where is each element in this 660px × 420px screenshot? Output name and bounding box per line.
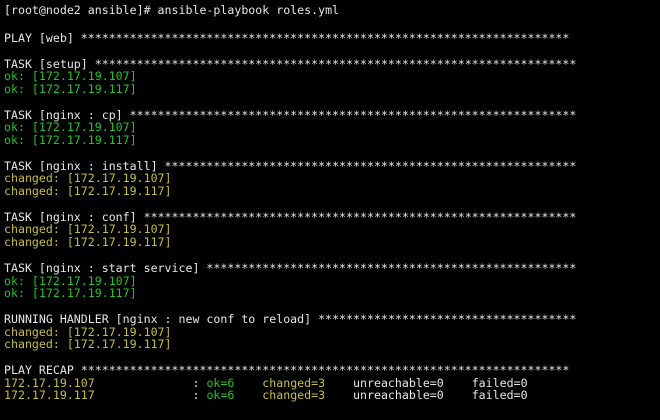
task-result-line: changed: [172.17.19.117]: [4, 234, 172, 249]
recap-unreachable: unreachable=0: [353, 388, 444, 403]
task-header-stars: ****************************************…: [206, 261, 577, 276]
task-result-line: ok: [172.17.19.107]: [4, 69, 137, 84]
task-result-line: ok: [172.17.19.117]: [4, 81, 137, 96]
task-header-stars: ****************************************…: [164, 158, 577, 173]
task-result-line: ok: [172.17.19.117]: [4, 132, 137, 147]
recap-separator: :: [94, 388, 207, 403]
handler-header-stars: *************************************: [318, 312, 577, 327]
recap-host: 172.17.19.117: [4, 388, 95, 403]
recap-spacer: [234, 388, 262, 402]
recap-spacer: [325, 388, 353, 402]
handler-result-line: changed: [172.17.19.117]: [4, 337, 172, 352]
task-result-line: changed: [172.17.19.117]: [4, 183, 172, 198]
recap-failed: failed=0: [471, 388, 528, 403]
recap-ok: ok=6: [206, 388, 235, 403]
task-header: TASK [nginx : start service]: [4, 261, 207, 276]
task-header-line: TASK [nginx : start service] ***********…: [4, 262, 660, 275]
play-header-line: PLAY [web] *****************************…: [4, 30, 660, 45]
play-header: PLAY [web]: [4, 30, 81, 45]
task-result-line: changed: [172.17.19.107]: [4, 171, 172, 186]
task-result-line: ok: [172.17.19.117]: [4, 286, 137, 301]
handler-header-line: RUNNING HANDLER [nginx : new conf to rel…: [4, 313, 660, 326]
task-header-stars: ****************************************…: [143, 209, 577, 224]
terminal-window[interactable]: [root@node2 ansible]# ansible-playbook r…: [0, 0, 660, 420]
command-prompt-line: [root@node2 ansible]# ansible-playbook r…: [4, 3, 340, 17]
recap-spacer: [444, 388, 472, 402]
task-header-stars: ****************************************…: [129, 107, 577, 122]
recap-row: 172.17.19.117 : ok=6 changed=3 unreachab…: [4, 389, 660, 402]
task-result-line: ok: [172.17.19.107]: [4, 120, 137, 135]
task-header-stars: ****************************************…: [94, 56, 577, 71]
recap-changed: changed=3: [262, 388, 326, 403]
play-header-stars: ****************************************…: [80, 30, 570, 45]
